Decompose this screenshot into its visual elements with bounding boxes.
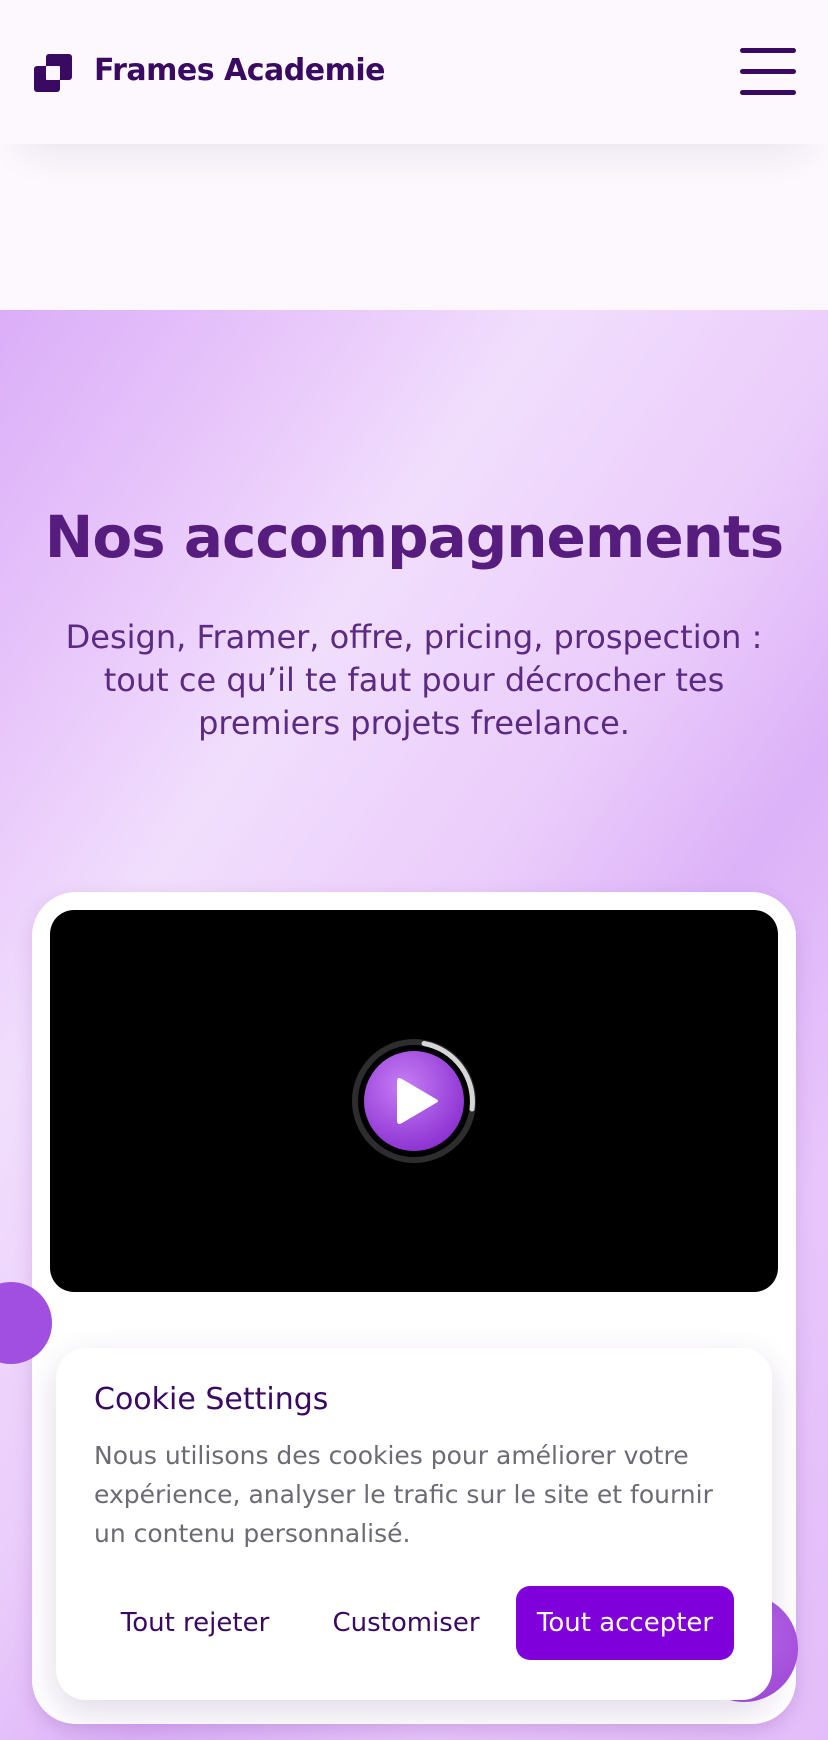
brand-name[interactable]: Frames Academie [94, 50, 385, 92]
site-header: Frames Academie [0, 0, 828, 144]
hero-subtitle: Design, Framer, offre, pricing, prospect… [65, 618, 763, 742]
hamburger-menu-icon[interactable] [740, 48, 796, 96]
video-player[interactable] [50, 910, 778, 1292]
reject-all-button[interactable]: Tout rejeter [100, 1586, 290, 1660]
cookie-title: Cookie Settings [94, 1382, 329, 1417]
cookie-settings-banner: Cookie Settings Nous utilisons des cooki… [56, 1348, 772, 1700]
menu-bar-top [740, 48, 796, 53]
play-button[interactable] [350, 1037, 478, 1165]
hero-title: Nos accompagnements [44, 503, 784, 571]
play-icon[interactable] [350, 1037, 478, 1165]
cookie-description: Nous utilisons des cookies pour améliore… [94, 1441, 713, 1548]
menu-bar-middle [740, 69, 796, 74]
customize-button[interactable]: Customiser [316, 1586, 496, 1660]
page-root: Frames Academie Nos accompagnements Desi… [0, 0, 828, 1740]
stacked-squares-logo-icon[interactable] [34, 54, 72, 92]
menu-bar-bottom [740, 90, 796, 95]
accept-all-button[interactable]: Tout accepter [516, 1586, 734, 1660]
